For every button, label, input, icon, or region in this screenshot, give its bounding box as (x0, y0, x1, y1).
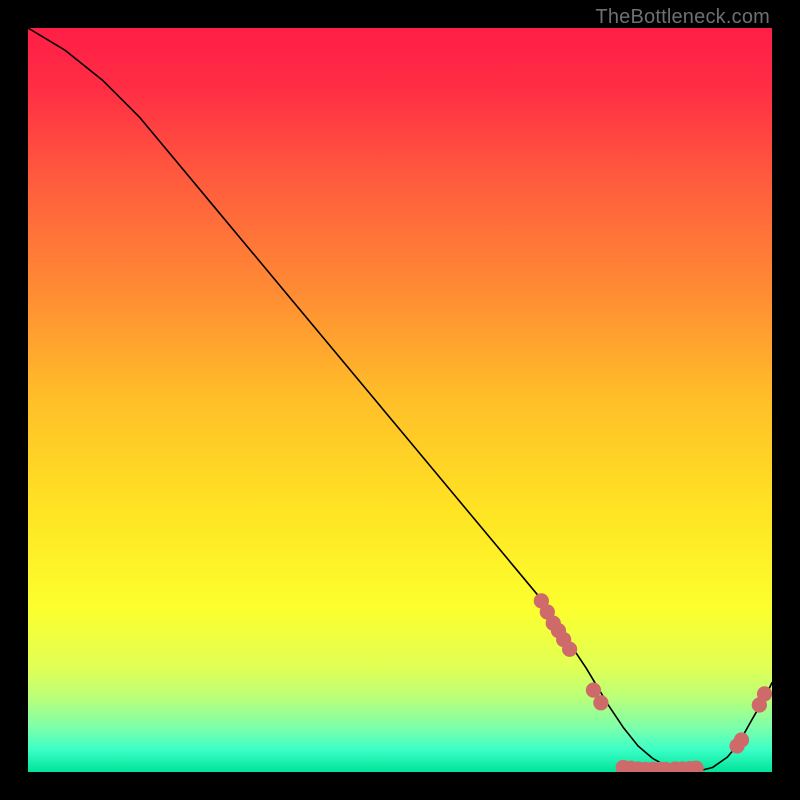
data-marker (757, 687, 771, 701)
chart-stage: TheBottleneck.com (0, 0, 800, 800)
data-marker (734, 733, 748, 747)
data-marker (586, 683, 600, 697)
plot-area (28, 28, 772, 772)
chart-svg (28, 28, 772, 772)
data-marker (563, 642, 577, 656)
watermark-text: TheBottleneck.com (595, 6, 770, 29)
curve-line (28, 28, 772, 771)
data-marker (594, 696, 608, 710)
data-marker (689, 761, 703, 772)
markers-group (534, 594, 771, 772)
